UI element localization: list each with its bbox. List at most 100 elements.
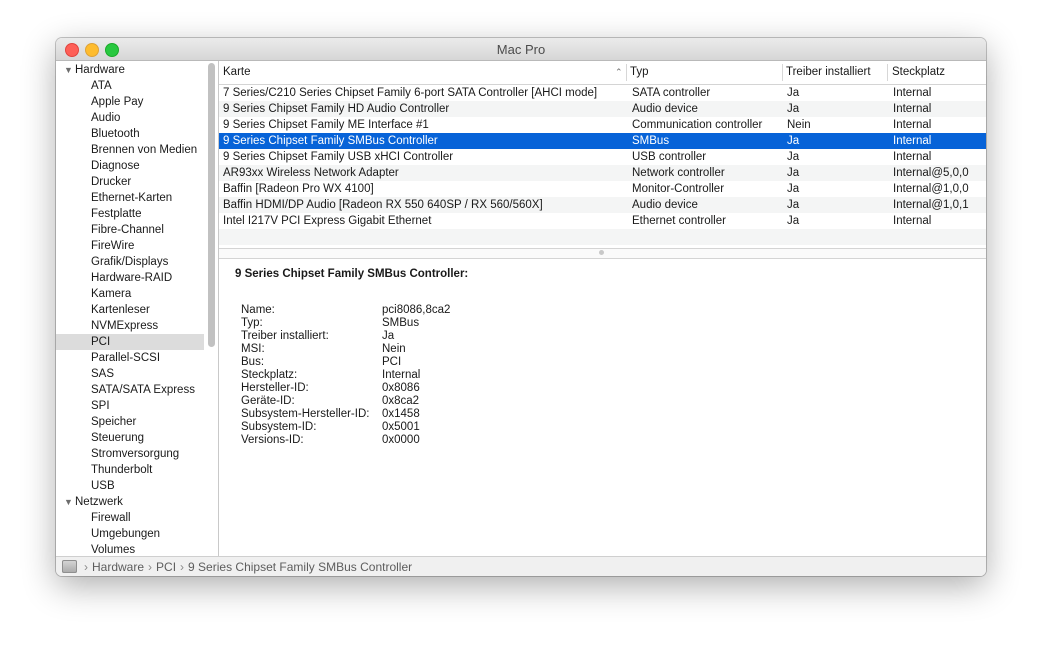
detail-field-key: Versions-ID:	[241, 434, 304, 446]
column-header-steckplatz[interactable]: Steckplatz	[892, 61, 945, 84]
sidebar-item-label: Fibre-Channel	[91, 224, 164, 236]
breadcrumb-item[interactable]: 9 Series Chipset Family SMBus Controller	[188, 560, 412, 574]
sidebar-item-label: Parallel-SCSI	[91, 352, 161, 364]
disclosure-triangle-icon[interactable]: ▼	[64, 62, 73, 78]
cell-treiber-installiert: Ja	[787, 215, 800, 227]
detail-field-value: PCI	[382, 356, 402, 368]
sidebar-item-label: Stromversorgung	[91, 448, 180, 460]
detail-field-value: Ja	[382, 330, 395, 342]
breadcrumb-item[interactable]: Hardware	[92, 560, 144, 574]
cell-typ: Audio device	[632, 103, 698, 115]
cell-treiber-installiert: Ja	[787, 199, 800, 211]
breadcrumb-item[interactable]: PCI	[156, 560, 176, 574]
column-header-treiber-installiert[interactable]: Treiber installiert	[786, 61, 871, 84]
sidebar-item[interactable]: Parallel-SCSI	[56, 350, 204, 366]
table-row[interactable]: Baffin HDMI/DP Audio [Radeon RX 550 640S…	[219, 197, 986, 213]
cell-karte: 7 Series/C210 Series Chipset Family 6-po…	[223, 87, 598, 99]
cell-steckplatz: Internal	[893, 151, 932, 163]
detail-title: 9 Series Chipset Family SMBus Controller…	[235, 268, 469, 280]
cell-steckplatz: Internal	[893, 135, 932, 147]
sidebar-item[interactable]: Kartenleser	[56, 302, 204, 318]
sidebar-item[interactable]: Grafik/Displays	[56, 254, 204, 270]
cell-karte: 9 Series Chipset Family SMBus Controller	[223, 135, 438, 147]
sidebar-item[interactable]: Stromversorgung	[56, 446, 204, 462]
cell-steckplatz: Internal	[893, 119, 932, 131]
sidebar-item[interactable]: Brennen von Medien	[56, 142, 204, 158]
cell-karte: AR93xx Wireless Network Adapter	[223, 167, 399, 179]
breadcrumb-separator-icon: ›	[148, 560, 153, 574]
cell-karte: Intel I217V PCI Express Gigabit Ethernet	[223, 215, 432, 227]
sidebar-item[interactable]: SATA/SATA Express	[56, 382, 204, 398]
sidebar-item[interactable]: Kamera	[56, 286, 204, 302]
cell-typ: SMBus	[632, 135, 670, 147]
cell-karte: Baffin [Radeon Pro WX 4100]	[223, 183, 374, 195]
sidebar-item-label: Brennen von Medien	[91, 144, 198, 156]
sidebar-group-netzwerk[interactable]: ▼ Netzwerk	[56, 494, 204, 510]
detail-field-value: 0x1458	[382, 408, 420, 420]
cell-typ: Monitor-Controller	[632, 183, 725, 195]
cell-karte: 9 Series Chipset Family ME Interface #1	[223, 119, 429, 131]
sidebar-item[interactable]: SPI	[56, 398, 204, 414]
sidebar-item[interactable]: NVMExpress	[56, 318, 204, 334]
sidebar-item[interactable]: Thunderbolt	[56, 462, 204, 478]
window-title: Mac Pro	[496, 42, 546, 57]
sidebar-scrollbar[interactable]	[207, 63, 216, 547]
sidebar-item[interactable]: Fibre-Channel	[56, 222, 204, 238]
column-separator[interactable]	[626, 64, 627, 81]
sidebar-item[interactable]: Volumes	[56, 542, 204, 556]
column-header-karte[interactable]: Karte	[223, 61, 251, 84]
table-row[interactable]: 9 Series Chipset Family ME Interface #1 C…	[219, 117, 986, 133]
detail-pane: 9 Series Chipset Family SMBus Controller…	[219, 258, 986, 556]
detail-field-key: Subsystem-ID:	[241, 421, 317, 433]
sidebar: ▼ Hardware ATA Apple Pay Audio Bluetooth Brenn…	[56, 61, 218, 556]
table-header: Karte ⌃ Typ Treiber installiert Steckpla…	[219, 61, 986, 85]
cell-treiber-installiert: Ja	[787, 167, 800, 179]
title-bar: Mac Pro	[56, 38, 986, 61]
sidebar-item[interactable]: Steuerung	[56, 430, 204, 446]
sort-ascending-icon[interactable]: ⌃	[615, 61, 623, 84]
sidebar-item-label: Diagnose	[91, 160, 140, 172]
sidebar-item[interactable]: Drucker	[56, 174, 204, 190]
sidebar-item-label: Kartenleser	[91, 304, 150, 316]
sidebar-item[interactable]: Ethernet-Karten	[56, 190, 204, 206]
column-separator[interactable]	[887, 64, 888, 81]
table-row[interactable]: 7 Series/C210 Series Chipset Family 6-po…	[219, 85, 986, 101]
cell-treiber-installiert: Ja	[787, 151, 800, 163]
sidebar-item[interactable]: Audio	[56, 110, 204, 126]
detail-field-value: Nein	[382, 343, 406, 355]
table-row[interactable]: AR93xx Wireless Network Adapter Network c…	[219, 165, 986, 181]
disclosure-triangle-icon[interactable]: ▼	[64, 494, 73, 510]
sidebar-item-label: Volumes	[91, 544, 136, 556]
sidebar-item[interactable]: FireWire	[56, 238, 204, 254]
cell-treiber-installiert: Ja	[787, 87, 800, 99]
sidebar-item-label: Drucker	[91, 176, 132, 188]
column-separator[interactable]	[782, 64, 783, 81]
breadcrumb-separator-icon: ›	[180, 560, 185, 574]
column-header-typ[interactable]: Typ	[630, 61, 649, 84]
sidebar-item[interactable]: PCI	[56, 334, 204, 350]
cell-steckplatz: Internal	[893, 87, 932, 99]
table-row[interactable]: Intel I217V PCI Express Gigabit Ethernet…	[219, 213, 986, 229]
sidebar-item[interactable]: ATA	[56, 78, 204, 94]
sidebar-group-hardware[interactable]: ▼ Hardware	[56, 62, 204, 78]
breadcrumb-separator-icon: ›	[84, 560, 88, 574]
detail-field-key: Hersteller-ID:	[241, 382, 309, 394]
table-row[interactable]: 9 Series Chipset Family USB xHCI Control…	[219, 149, 986, 165]
sidebar-item[interactable]: Umgebungen	[56, 526, 204, 542]
sidebar-item[interactable]: USB	[56, 478, 204, 494]
cell-steckplatz: Internal	[893, 215, 932, 227]
sidebar-item[interactable]: Diagnose	[56, 158, 204, 174]
sidebar-item[interactable]: Festplatte	[56, 206, 204, 222]
table-row[interactable]: 9 Series Chipset Family HD Audio Control…	[219, 101, 986, 117]
sidebar-item-label: Ethernet-Karten	[91, 192, 173, 204]
sidebar-scroll-thumb[interactable]	[208, 63, 215, 347]
sidebar-item-label: Speicher	[91, 416, 137, 428]
sidebar-item[interactable]: Hardware-RAID	[56, 270, 204, 286]
table-row[interactable]: Baffin [Radeon Pro WX 4100] Monitor-Contr…	[219, 181, 986, 197]
sidebar-item[interactable]: Firewall	[56, 510, 204, 526]
sidebar-item[interactable]: Apple Pay	[56, 94, 204, 110]
sidebar-item[interactable]: Speicher	[56, 414, 204, 430]
sidebar-item[interactable]: Bluetooth	[56, 126, 204, 142]
sidebar-item[interactable]: SAS	[56, 366, 204, 382]
table-row[interactable]: 9 Series Chipset Family SMBus Controller…	[219, 133, 986, 149]
